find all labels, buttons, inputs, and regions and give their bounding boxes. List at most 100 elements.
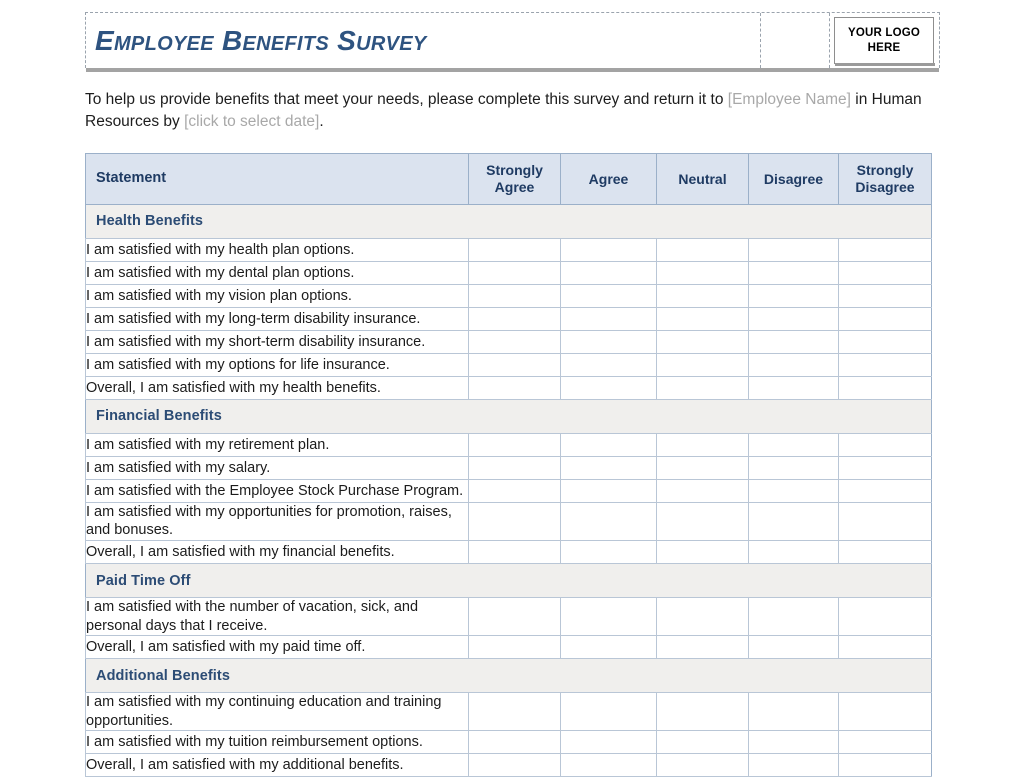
response-cell-disagree[interactable]	[748, 730, 839, 755]
response-cell-neutral[interactable]	[656, 501, 749, 542]
response-cell-strongly-disagree[interactable]	[838, 375, 932, 400]
statement-cell: I am satisfied with my opportunities for…	[85, 501, 469, 542]
response-cell-strongly-disagree[interactable]	[838, 329, 932, 354]
response-cell-strongly-agree[interactable]	[468, 329, 561, 354]
statement-cell: I am satisfied with my dental plan optio…	[85, 260, 469, 285]
response-cell-strongly-disagree[interactable]	[838, 237, 932, 262]
table-row: Overall, I am satisfied with my health b…	[85, 375, 932, 400]
response-cell-neutral[interactable]	[656, 260, 749, 285]
response-cell-disagree[interactable]	[748, 306, 839, 331]
response-cell-neutral[interactable]	[656, 635, 749, 660]
response-cell-strongly-agree[interactable]	[468, 375, 561, 400]
response-cell-strongly-disagree[interactable]	[838, 753, 932, 777]
response-cell-strongly-disagree[interactable]	[838, 455, 932, 480]
response-cell-neutral[interactable]	[656, 753, 749, 777]
section-header-cell: Financial Benefits	[85, 398, 932, 434]
table-row: I am satisfied with my health plan optio…	[85, 237, 932, 262]
response-cell-agree[interactable]	[560, 237, 657, 262]
response-cell-strongly-agree[interactable]	[468, 306, 561, 331]
response-cell-strongly-agree[interactable]	[468, 635, 561, 660]
response-cell-agree[interactable]	[560, 455, 657, 480]
response-cell-disagree[interactable]	[748, 455, 839, 480]
response-cell-strongly-disagree[interactable]	[838, 478, 932, 503]
statement-cell: Overall, I am satisfied with my financia…	[85, 540, 469, 565]
response-cell-strongly-disagree[interactable]	[838, 540, 932, 565]
response-cell-agree[interactable]	[560, 478, 657, 503]
response-cell-strongly-disagree[interactable]	[838, 432, 932, 457]
response-cell-strongly-agree[interactable]	[468, 753, 561, 777]
response-cell-disagree[interactable]	[748, 237, 839, 262]
response-cell-neutral[interactable]	[656, 730, 749, 755]
response-cell-strongly-agree[interactable]	[468, 501, 561, 542]
response-cell-strongly-agree[interactable]	[468, 478, 561, 503]
statement-cell: I am satisfied with the number of vacati…	[85, 597, 469, 637]
response-cell-agree[interactable]	[560, 375, 657, 400]
logo-placeholder-box[interactable]: YOUR LOGO HERE	[834, 17, 935, 66]
response-cell-strongly-agree[interactable]	[468, 455, 561, 480]
response-cell-strongly-agree[interactable]	[468, 692, 561, 732]
response-cell-neutral[interactable]	[656, 352, 749, 377]
response-cell-disagree[interactable]	[748, 260, 839, 285]
response-cell-agree[interactable]	[560, 283, 657, 308]
response-cell-agree[interactable]	[560, 260, 657, 285]
response-cell-agree[interactable]	[560, 329, 657, 354]
response-cell-agree[interactable]	[560, 306, 657, 331]
table-row: Overall, I am satisfied with my addition…	[85, 753, 932, 777]
response-cell-disagree[interactable]	[748, 432, 839, 457]
response-cell-neutral[interactable]	[656, 237, 749, 262]
response-cell-strongly-agree[interactable]	[468, 283, 561, 308]
response-cell-neutral[interactable]	[656, 432, 749, 457]
response-cell-agree[interactable]	[560, 501, 657, 542]
response-cell-strongly-agree[interactable]	[468, 237, 561, 262]
response-cell-neutral[interactable]	[656, 329, 749, 354]
response-cell-disagree[interactable]	[748, 635, 839, 660]
response-cell-agree[interactable]	[560, 753, 657, 777]
response-cell-agree[interactable]	[560, 352, 657, 377]
response-cell-neutral[interactable]	[656, 597, 749, 637]
response-cell-strongly-agree[interactable]	[468, 352, 561, 377]
response-cell-disagree[interactable]	[748, 753, 839, 777]
response-cell-agree[interactable]	[560, 635, 657, 660]
response-cell-agree[interactable]	[560, 692, 657, 732]
response-cell-strongly-disagree[interactable]	[838, 597, 932, 637]
response-cell-strongly-disagree[interactable]	[838, 730, 932, 755]
response-cell-strongly-disagree[interactable]	[838, 306, 932, 331]
response-cell-strongly-agree[interactable]	[468, 540, 561, 565]
response-cell-disagree[interactable]	[748, 352, 839, 377]
response-cell-neutral[interactable]	[656, 375, 749, 400]
response-cell-strongly-disagree[interactable]	[838, 352, 932, 377]
response-cell-agree[interactable]	[560, 597, 657, 637]
document-page: Employee Benefits Survey YOUR LOGO HERE …	[0, 0, 1024, 777]
response-cell-neutral[interactable]	[656, 692, 749, 732]
response-cell-strongly-agree[interactable]	[468, 597, 561, 637]
response-cell-strongly-disagree[interactable]	[838, 283, 932, 308]
response-cell-disagree[interactable]	[748, 375, 839, 400]
response-cell-disagree[interactable]	[748, 540, 839, 565]
employee-name-placeholder[interactable]: [Employee Name]	[728, 91, 851, 108]
response-cell-neutral[interactable]	[656, 283, 749, 308]
date-picker-placeholder[interactable]: [click to select date]	[184, 113, 319, 130]
response-cell-agree[interactable]	[560, 730, 657, 755]
response-cell-agree[interactable]	[560, 540, 657, 565]
response-cell-strongly-disagree[interactable]	[838, 692, 932, 732]
response-cell-neutral[interactable]	[656, 478, 749, 503]
response-cell-strongly-agree[interactable]	[468, 432, 561, 457]
response-cell-neutral[interactable]	[656, 455, 749, 480]
response-cell-disagree[interactable]	[748, 329, 839, 354]
response-cell-neutral[interactable]	[656, 306, 749, 331]
statement-cell: Overall, I am satisfied with my health b…	[85, 375, 469, 400]
response-cell-agree[interactable]	[560, 432, 657, 457]
response-cell-disagree[interactable]	[748, 501, 839, 542]
response-cell-disagree[interactable]	[748, 283, 839, 308]
response-cell-strongly-disagree[interactable]	[838, 635, 932, 660]
response-cell-strongly-disagree[interactable]	[838, 501, 932, 542]
response-cell-disagree[interactable]	[748, 478, 839, 503]
response-cell-strongly-disagree[interactable]	[838, 260, 932, 285]
response-cell-strongly-agree[interactable]	[468, 260, 561, 285]
response-cell-neutral[interactable]	[656, 540, 749, 565]
section-header-row: Paid Time Off	[85, 563, 932, 599]
response-cell-disagree[interactable]	[748, 692, 839, 732]
response-cell-strongly-agree[interactable]	[468, 730, 561, 755]
title-banner: Employee Benefits Survey YOUR LOGO HERE	[85, 12, 940, 72]
response-cell-disagree[interactable]	[748, 597, 839, 637]
